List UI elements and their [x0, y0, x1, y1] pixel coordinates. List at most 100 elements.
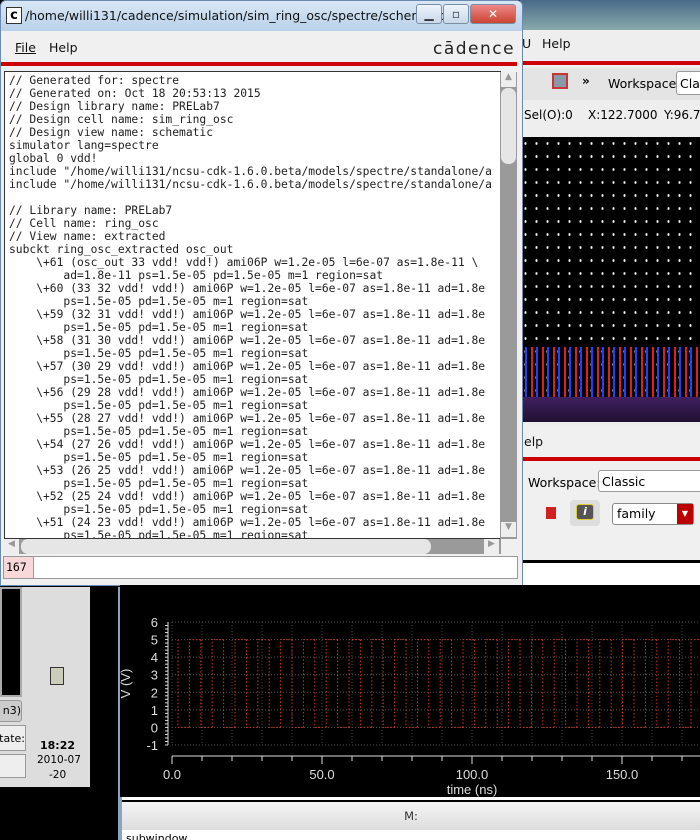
- scroll-left-icon[interactable]: ◀: [4, 539, 19, 554]
- netlist-line: // Generated on: Oct 18 20:53:13 2015: [9, 87, 261, 100]
- close-button[interactable]: ✕: [470, 4, 516, 24]
- button-state[interactable]: tate:: [0, 725, 26, 751]
- scroll-up-icon[interactable]: ▲: [501, 72, 516, 87]
- netlist-line: include "/home/willi131/ncsu-cdk-1.6.0.b…: [9, 165, 492, 178]
- info-icon: i: [576, 504, 594, 520]
- panel-area: [520, 563, 700, 585]
- menu-file[interactable]: File: [15, 40, 36, 55]
- toolbar: » Workspace: Clas: [520, 68, 700, 100]
- menu-help[interactable]: Help: [49, 40, 78, 55]
- workspace-select[interactable]: Clas: [676, 71, 700, 95]
- netlist-line: \+52 (25 24 vdd! vdd!) ami06P w=1.2e-05 …: [9, 490, 486, 503]
- netlist-line: ps=1.5e-05 pd=1.5e-05 m=1 region=sat: [9, 399, 309, 412]
- netlist-line: [9, 191, 500, 204]
- button[interactable]: [0, 754, 26, 778]
- netlist-line: \+61 (osc_out 33 vdd! vdd!) ami06P w=1.2…: [9, 256, 479, 269]
- x-tick-label: 150.0: [606, 767, 639, 782]
- vertical-scrollbar[interactable]: ▲ ▼: [500, 72, 517, 539]
- x-axis-label: time (ns): [447, 782, 498, 797]
- netlist-text[interactable]: // Generated for: spectre// Generated on…: [4, 71, 501, 539]
- y-tick-label: 4: [151, 650, 158, 665]
- divider: [1, 62, 517, 66]
- netlist-line: ps=1.5e-05 pd=1.5e-05 m=1 region=sat: [9, 425, 309, 438]
- netlist-line: global 0 vdd!: [9, 152, 98, 165]
- maximize-button[interactable]: ▫: [443, 4, 469, 24]
- netlist-line: ps=1.5e-05 pd=1.5e-05 m=1 region=sat: [9, 373, 309, 386]
- cadence-logo: cādence: [433, 39, 516, 59]
- netlist-line: // Design library name: PRELab7: [9, 100, 220, 113]
- schematic-canvas[interactable]: [520, 137, 700, 422]
- more-icon[interactable]: »: [582, 74, 590, 88]
- waveform-plot[interactable]: 6 5 4 3 2 1 0 -1 V (V) 0.0 50.0 100.0 150.0 time (ns): [118, 585, 700, 797]
- netlist-line: // Design view name: schematic: [9, 126, 214, 139]
- netlist-line: ps=1.5e-05 pd=1.5e-05 m=1 region=sat: [9, 321, 309, 334]
- netlist-line: // Design cell name: sim_ring_osc: [9, 113, 234, 126]
- netlist-line: \+60 (33 32 vdd! vdd!) ami06P w=1.2e-05 …: [9, 282, 486, 295]
- netlist-window: c /home/willi131/cadence/simulation/sim_…: [0, 0, 523, 586]
- netlist-line: \+54 (27 26 vdd! vdd!) ami06P w=1.2e-05 …: [9, 438, 486, 451]
- netlist-line: ps=1.5e-05 pd=1.5e-05 m=1 region=sat: [9, 295, 309, 308]
- clock-date-suffix: -20: [49, 769, 67, 781]
- workspace-label: Workspace:: [528, 475, 601, 490]
- workspace-label: Workspace:: [608, 76, 681, 91]
- schematic-transistors: [525, 347, 700, 397]
- waveform-chart: 6 5 4 3 2 1 0 -1 V (V) 0.0 50.0 100.0 150.0 time (ns): [118, 615, 700, 797]
- y-axis-label: V (V): [120, 669, 133, 699]
- netlist-line: ps=1.5e-05 pd=1.5e-05 m=1 region=sat: [9, 529, 309, 539]
- netlist-line: subckt ring_osc_extracted osc_out: [9, 243, 234, 256]
- subwindow-label: subwindow: [122, 830, 700, 840]
- title-bar[interactable]: c /home/willi131/cadence/simulation/sim_…: [1, 1, 522, 31]
- scrollbar-thumb[interactable]: [21, 539, 431, 554]
- line-count: 167: [4, 557, 34, 578]
- menu-help[interactable]: Help: [542, 36, 571, 51]
- netlist-line: \+53 (26 25 vdd! vdd!) ami06P w=1.2e-05 …: [9, 464, 486, 477]
- clock-date: 2010-07: [37, 754, 81, 766]
- scrollbar-thumb[interactable]: [501, 88, 516, 164]
- netlist-line: ad=1.8e-11 ps=1.5e-05 pd=1.5e-05 m=1 reg…: [9, 269, 384, 282]
- menu-help[interactable]: elp: [524, 434, 543, 449]
- netlist-line: // View name: extracted: [9, 230, 166, 243]
- info-button[interactable]: i: [570, 500, 600, 526]
- scroll-right-icon[interactable]: ▶: [484, 539, 499, 554]
- chevron-down-icon[interactable]: ▼: [677, 504, 693, 524]
- title-bar: [520, 0, 700, 30]
- netlist-line: // Library name: PRELab7: [9, 204, 173, 217]
- x-tick-label: 100.0: [456, 767, 489, 782]
- menu-partial[interactable]: U: [522, 36, 531, 51]
- divider: [520, 61, 700, 65]
- scroll-down-icon[interactable]: ▼: [501, 522, 516, 537]
- y-tick-label: 3: [151, 668, 158, 683]
- y-tick-label: 2: [151, 685, 158, 700]
- netlist-line: \+57 (30 29 vdd! vdd!) ami06P w=1.2e-05 …: [9, 360, 486, 373]
- horizontal-scrollbar[interactable]: ◀ ▶: [4, 539, 501, 554]
- x-coordinate: X:122.7000: [588, 108, 658, 122]
- button-n3[interactable]: n3): [0, 700, 22, 722]
- netlist-line: // Cell name: ring_osc: [9, 217, 159, 230]
- minimize-button[interactable]: ▁: [416, 4, 442, 24]
- y-tick-label: 0: [151, 720, 158, 735]
- netlist-line: ps=1.5e-05 pd=1.5e-05 m=1 region=sat: [9, 451, 309, 464]
- netlist-line: \+56 (29 28 vdd! vdd!) ami06P w=1.2e-05 …: [9, 386, 486, 399]
- workspace-select[interactable]: Classic: [598, 470, 700, 492]
- cadence-app-icon: c: [6, 7, 22, 24]
- select-tool-icon[interactable]: [552, 73, 568, 89]
- preview-pane: [0, 587, 22, 697]
- netlist-line: ps=1.5e-05 pd=1.5e-05 m=1 region=sat: [9, 347, 309, 360]
- flag-icon[interactable]: [546, 507, 556, 519]
- netlist-line: \+58 (31 30 vdd! vdd!) ami06P w=1.2e-05 …: [9, 334, 486, 347]
- y-tick-label: 6: [151, 615, 158, 630]
- netlist-line: \+55 (28 27 vdd! vdd!) ami06P w=1.2e-05 …: [9, 412, 486, 425]
- y-coordinate: Y:96.7: [664, 108, 700, 122]
- y-tick-label: 1: [151, 703, 158, 718]
- marker-label: M:: [404, 809, 418, 823]
- clipboard-icon[interactable]: [50, 667, 64, 685]
- clock-time: 18:22: [40, 739, 76, 752]
- marker-status: M:: [122, 802, 700, 830]
- selection-count: Sel(O):0: [524, 108, 573, 122]
- status-bar: 167: [3, 556, 518, 579]
- y-tick-label: 5: [151, 633, 158, 648]
- y-tick-label: -1: [146, 738, 158, 753]
- layout-region: [520, 397, 700, 422]
- x-tick-label: 0.0: [163, 767, 181, 782]
- netlist-line: ps=1.5e-05 pd=1.5e-05 m=1 region=sat: [9, 503, 309, 516]
